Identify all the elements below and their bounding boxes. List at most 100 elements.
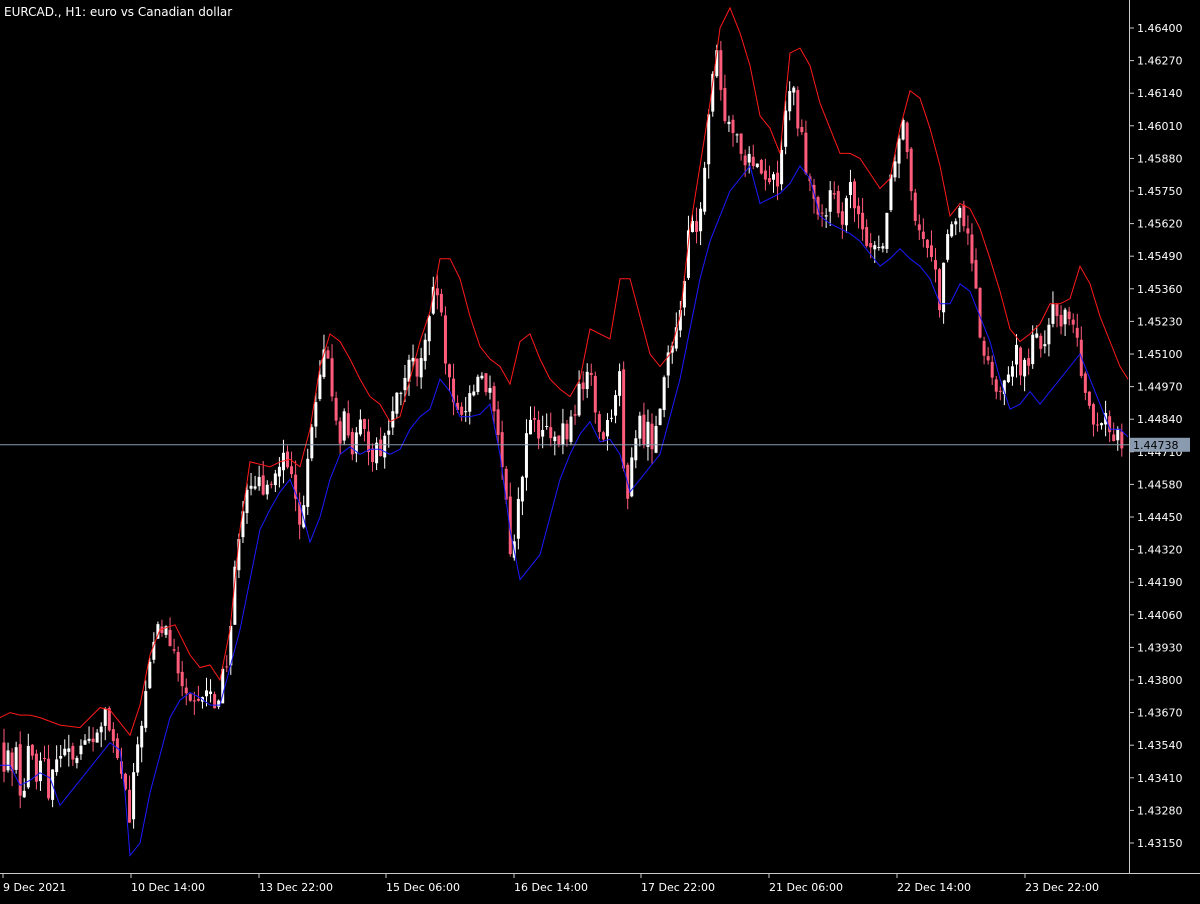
candle-bull	[83, 740, 87, 745]
candle-bear	[1083, 373, 1087, 393]
candle-bull	[942, 262, 946, 313]
candle-bear	[168, 629, 172, 647]
candle-bull	[569, 416, 573, 442]
candle-bull	[257, 476, 261, 487]
candle-bull	[889, 174, 893, 211]
candle-bear	[763, 170, 767, 180]
candle-bear	[990, 361, 994, 378]
candle-bull	[209, 691, 213, 694]
candle-bear	[998, 390, 1002, 392]
candle-bear	[1019, 347, 1023, 376]
candle-bull	[529, 419, 532, 435]
candle-bear	[188, 694, 192, 701]
candle-bull	[541, 430, 545, 437]
candle-bull	[249, 485, 253, 489]
candle-bull	[553, 436, 557, 442]
candle-bull	[217, 700, 221, 707]
candle-bull	[79, 745, 83, 755]
candle-bull	[946, 234, 950, 260]
candle-bear	[593, 375, 597, 413]
candle-bull	[1010, 366, 1014, 377]
candle-bull	[1116, 429, 1120, 441]
candle-bull	[784, 110, 788, 147]
candle-bull	[658, 408, 662, 426]
candle-bear	[1027, 358, 1031, 366]
candle-bear	[994, 379, 998, 392]
candle-bull	[958, 207, 962, 218]
candle-bull	[314, 402, 318, 427]
y-tick-label: 1.46270	[1137, 55, 1183, 68]
candle-bull	[614, 395, 618, 416]
current-price-label: 1.44738	[1133, 439, 1179, 452]
candle-bear	[176, 652, 180, 674]
candle-bear	[460, 406, 464, 415]
candle-bear	[804, 132, 808, 174]
candle-bear	[326, 350, 330, 359]
candle-bear	[43, 758, 46, 760]
candle-bull	[67, 748, 71, 752]
candle-bull	[403, 377, 407, 391]
candle-bull	[375, 442, 379, 464]
candle-bear	[30, 744, 34, 756]
candle-bull	[755, 163, 759, 168]
candle-bull	[662, 377, 666, 411]
candle-bull	[780, 149, 784, 185]
price-chart[interactable]: 1.46400 1.46270 1.46140 1.46010 1.45880 1.457…	[0, 0, 1200, 900]
candle-bull	[1031, 334, 1035, 365]
candle-bear	[865, 227, 869, 246]
candle-bear	[986, 356, 990, 361]
candle-bear	[557, 435, 561, 445]
candle-bull	[735, 134, 739, 136]
candle-bear	[731, 119, 735, 133]
candle-bull	[468, 393, 472, 412]
candle-bull	[55, 759, 59, 773]
candle-bear	[921, 231, 925, 240]
candle-bull	[545, 426, 549, 428]
x-tick-label: 10 Dec 14:00	[131, 881, 205, 894]
candle-bear	[2, 742, 6, 772]
candle-bear	[601, 432, 605, 440]
candle-bull	[561, 423, 565, 445]
candle-bull	[1043, 344, 1047, 347]
candle-bear	[371, 448, 375, 463]
candle-bear	[869, 243, 873, 248]
candle-bull	[1100, 423, 1104, 426]
candle-bull	[844, 198, 848, 226]
candle-bear	[128, 789, 132, 823]
candle-bear	[192, 700, 196, 702]
candle-bear	[1075, 327, 1079, 338]
candle-bull	[707, 114, 711, 165]
candle-bear	[448, 364, 451, 378]
candle-bull	[419, 358, 423, 378]
candle-bear	[1087, 391, 1091, 406]
candle-bull	[618, 371, 622, 396]
candle-bull	[411, 357, 415, 362]
candle-bull	[516, 498, 520, 539]
candle-bear	[1059, 314, 1063, 327]
y-tick-label: 1.43800	[1137, 674, 1183, 687]
y-tick-label: 1.43930	[1137, 641, 1183, 654]
candle-bull	[423, 339, 427, 361]
candle-bear	[1091, 404, 1095, 425]
candle-bull	[75, 757, 79, 764]
y-tick-label: 1.44450	[1137, 511, 1183, 524]
candle-bear	[743, 155, 747, 166]
candle-bear	[533, 417, 537, 420]
candle-bull	[38, 760, 42, 782]
y-tick-label: 1.45100	[1137, 348, 1183, 361]
candle-bear	[820, 212, 824, 214]
candle-bull	[87, 738, 91, 741]
x-tick-label: 17 Dec 22:00	[641, 881, 715, 894]
candle-bull	[472, 391, 476, 396]
candle-bull	[901, 120, 905, 140]
candle-bear	[739, 133, 743, 154]
candle-bear	[966, 228, 970, 234]
chart-root: 1.46400 1.46270 1.46140 1.46010 1.45880 1.457…	[0, 0, 1200, 900]
candle-bear	[1055, 304, 1059, 316]
candle-bull	[480, 375, 484, 379]
candle-bear	[435, 288, 439, 296]
candle-bear	[836, 191, 840, 214]
candle-bull	[873, 245, 877, 250]
candle-bear	[970, 234, 974, 264]
candle-bear	[496, 409, 500, 436]
